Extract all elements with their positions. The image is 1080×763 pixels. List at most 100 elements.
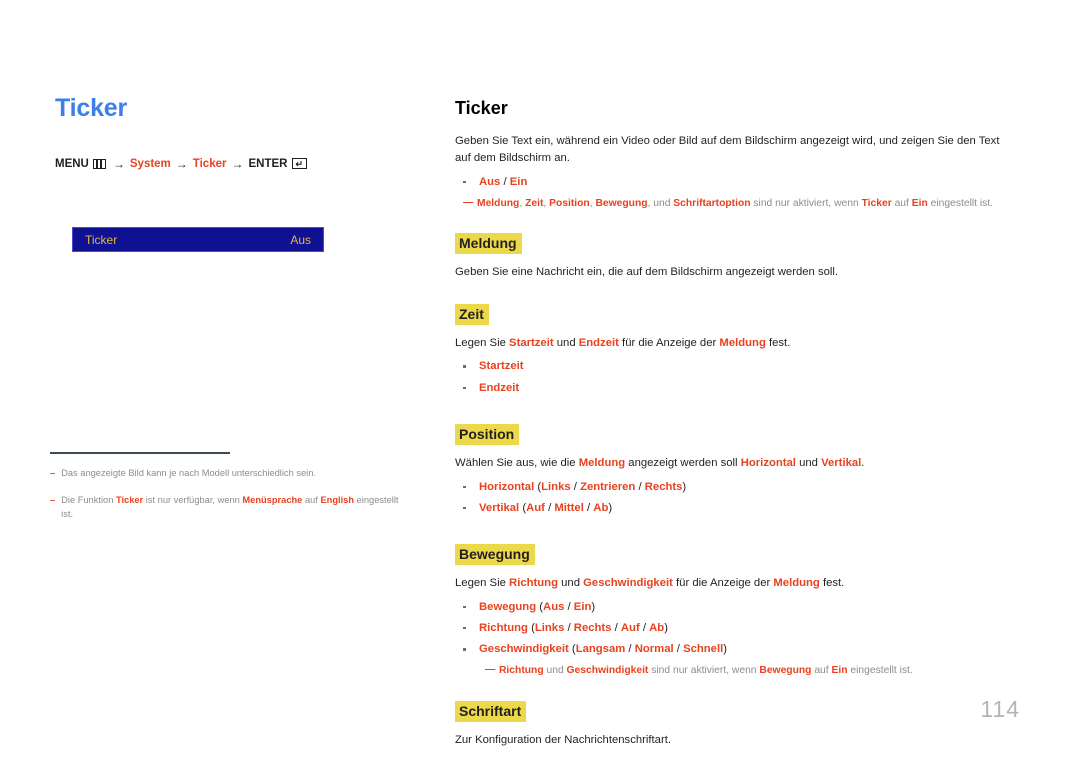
sec-3-bullet-0-part-1: ( [536, 600, 544, 613]
intro-note-part-12: Ein [911, 197, 928, 209]
section-paragraph: Legen Sie Richtung und Geschwindigkeit f… [455, 575, 1015, 593]
section-paragraph: Geben Sie eine Nachricht ein, die auf de… [455, 264, 1015, 282]
sec-1-para-part-4: für die Anzeige der [618, 336, 720, 349]
sec-2-para-part-0: Wählen Sie aus, wie die [455, 457, 579, 470]
footnotes-block: – Das angezeigte Bild kann je nach Modell… [50, 452, 410, 536]
section-bullet-list: Startzeit Endzeit [455, 359, 1015, 396]
doc-section: Bewegung Legen Sie Richtung und Geschwind… [455, 522, 1015, 679]
bullet-item: Geschwindigkeit (Langsam / Normal / Schn… [455, 642, 1015, 657]
osd-ticker-label: Ticker [85, 232, 118, 247]
intro-note-part-7: , und [647, 197, 674, 209]
intro-note-part-9: sind nur aktiviert, wenn [750, 197, 862, 209]
bullet-item: Richtung (Links / Rechts / Auf / Ab) [455, 621, 1015, 636]
intro-part-0: Geben Sie Text ein, während ein Video od… [455, 134, 1000, 165]
sec-2-bullet-1-part-5: / [583, 501, 594, 514]
section-bullet-list: Bewegung (Aus / Ein) Richtung (Links / Re… [455, 600, 1015, 658]
sec-2-para-part-4: und [795, 457, 822, 470]
sec-2-bullet-1-part-0: Vertikal [479, 501, 520, 514]
menu-label: MENU [55, 157, 89, 170]
sec-3-bullet-2-part-3: / [625, 643, 635, 656]
sec-3-bullet-1-part-4: Rechts [573, 621, 612, 634]
sec-2-bullet-1-part-3: / [544, 501, 555, 514]
sec-3-bullet-2-part-0: Geschwindigkeit [479, 643, 569, 656]
sec-2-para-part-6: . [861, 457, 865, 470]
sec-2-bullet-1-part-6: Ab [593, 501, 609, 514]
section-heading: Bewegung [455, 544, 535, 566]
doc-section: Position Wählen Sie aus, wie die Meldung … [455, 402, 1015, 516]
intro-note-part-11: auf [891, 197, 912, 209]
menu-grid-icon [92, 158, 106, 169]
intro-note-part-13: eingestellt ist. [927, 197, 994, 209]
sec-3-bullet-0-part-4: Ein [573, 600, 592, 613]
sec-2-bullet-0-part-3: / [570, 480, 581, 493]
section-note: — Richtung und Geschwindigkeit sind nur a… [477, 663, 1015, 678]
sec-3-bullet-1-part-7: / [639, 621, 650, 634]
enter-label: ENTER [248, 157, 288, 170]
intro-bullet-0-part-2: Ein [509, 175, 528, 188]
sec-3-para-part-1: Richtung [509, 577, 558, 590]
footnote-1-part-2: ist nur verfügbar, wenn [143, 495, 243, 506]
sec-4-para-part-0: Zur Konfiguration der Nachrichtenschrift… [455, 733, 671, 746]
sec-2-para-part-5: Vertikal [821, 457, 862, 470]
footnote-list: – Das angezeigte Bild kann je nach Modell… [50, 467, 410, 523]
doc-section: Zeit Legen Sie Startzeit und Endzeit für … [455, 282, 1015, 396]
section-bullet-list: Horizontal (Links / Zentrieren / Rechts)… [455, 480, 1015, 517]
sec-1-para-part-3: Endzeit [578, 336, 619, 349]
sec-3-bullet-2-part-2: Langsam [575, 643, 626, 656]
sec-3-bullet-1-part-1: ( [527, 621, 535, 634]
note-dash-icon: — [463, 196, 474, 208]
sec-3-bullet-2-part-4: Normal [634, 643, 674, 656]
footnote-1-part-0: Die Funktion [61, 495, 116, 506]
sec-2-bullet-0-part-2: Links [541, 480, 571, 493]
section-paragraph: Legen Sie Startzeit und Endzeit für die … [455, 335, 1015, 353]
sec-3-note-part-1: und [543, 665, 567, 677]
sec-3-bullet-0-part-3: / [564, 600, 574, 613]
sections-container: Meldung Geben Sie eine Nachricht ein, die… [455, 211, 1015, 749]
sec-3-para-part-6: fest. [819, 577, 845, 590]
sec-3-bullet-1-part-5: / [611, 621, 621, 634]
sec-2-para-part-1: Meldung [578, 457, 626, 470]
sec-2-bullet-0-part-0: Horizontal [479, 480, 535, 493]
footnote-1-part-4: auf [302, 495, 321, 506]
intro-paragraph: Geben Sie Text ein, während ein Video od… [455, 133, 1015, 168]
sec-3-para-part-5: Meldung [773, 577, 820, 590]
sec-3-bullet-0-part-5: ) [591, 600, 596, 613]
intro-note-part-8: Schriftartoption [673, 197, 751, 209]
sec-0-para-part-0: Geben Sie eine Nachricht ein, die auf de… [455, 266, 839, 279]
arrow-icon-1: → [112, 156, 125, 171]
sec-2-bullet-0-part-5: / [635, 480, 645, 493]
page-title: Ticker [55, 94, 128, 122]
footnote-text: Die Funktion Ticker ist nur verfügbar, w… [61, 494, 410, 522]
page-number: 114 [980, 696, 1020, 722]
sec-3-bullet-2-part-1: ( [568, 643, 576, 656]
sec-1-para-part-2: und [553, 336, 579, 349]
enter-key-icon: ↵ [292, 158, 308, 169]
sec-3-note-part-0: Richtung [499, 665, 544, 677]
section-heading: Schriftart [455, 700, 527, 722]
footnote: – Das angezeigte Bild kann je nach Modell… [50, 467, 410, 481]
sec-1-para-part-0: Legen Sie [455, 336, 510, 349]
enter-arrow-glyph: ↵ [295, 159, 304, 169]
sec-3-note-part-4: Bewegung [759, 665, 812, 677]
sec-3-bullet-1-part-0: Richtung [479, 621, 528, 634]
sec-2-bullet-0-part-4: Zentrieren [580, 480, 636, 493]
sec-3-note-part-3: sind nur aktiviert, wenn [648, 665, 760, 677]
sec-2-para-part-3: Horizontal [740, 457, 796, 470]
sec-1-bullet-1-part-0: Endzeit [479, 381, 520, 394]
section-heading: Meldung [455, 233, 522, 255]
osd-ticker-row[interactable]: Ticker Aus [72, 227, 324, 252]
section-paragraph: Wählen Sie aus, wie die Meldung angezeig… [455, 455, 1015, 473]
sec-3-note-part-5: auf [811, 665, 832, 677]
arrow-icon-2: → [175, 156, 188, 171]
sec-3-para-part-2: und [557, 577, 584, 590]
section-heading: Position [455, 423, 520, 446]
intro-note-part-4: Position [549, 197, 590, 209]
arrow-icon-3: → [231, 156, 244, 171]
section-heading: Zeit [455, 303, 489, 325]
sec-2-bullet-0-part-7: ) [682, 480, 687, 493]
intro-note-part-0: Meldung [477, 197, 520, 209]
sec-2-bullet-0-part-6: Rechts [644, 480, 683, 493]
bullet-item: Startzeit [455, 359, 1015, 374]
sec-3-bullet-1-part-2: Links [534, 621, 565, 634]
sec-2-bullet-1-part-7: ) [608, 501, 613, 514]
